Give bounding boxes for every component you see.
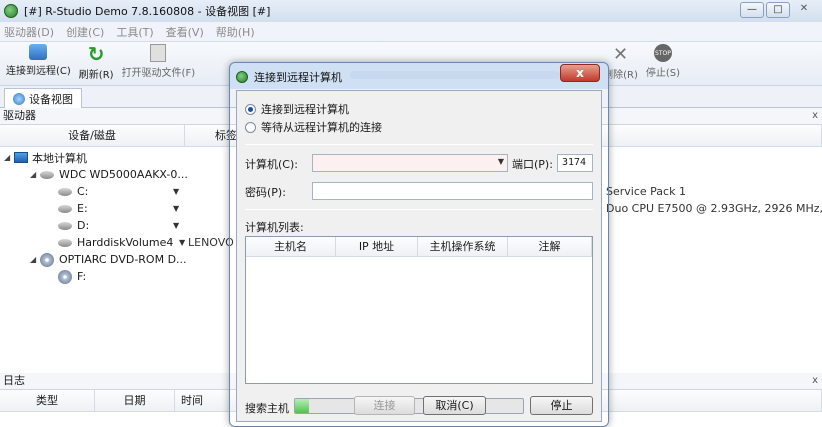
volume-icon xyxy=(58,204,72,213)
volume-icon xyxy=(58,221,72,230)
menu-view[interactable]: 查看(V) xyxy=(166,24,204,40)
device-view-icon xyxy=(13,92,25,105)
dropdown-arrow-icon[interactable]: ▼ xyxy=(173,221,179,230)
blurred-toolbar-behind xyxy=(350,71,560,79)
close-window-icon[interactable]: ✕ xyxy=(792,2,816,18)
window-controls: — □ ✕ xyxy=(740,2,816,18)
radio-unselected-icon[interactable] xyxy=(245,121,256,133)
tree-item-disk[interactable]: ◢ WDC WD5000AAKX-0... xyxy=(0,166,230,183)
port-input[interactable]: 3174 xyxy=(557,154,593,172)
connect-remote-button[interactable]: 连接到远程(C) xyxy=(6,42,71,77)
tree-item-drive-e[interactable]: E: ▼ xyxy=(0,200,230,217)
maximize-icon[interactable]: □ xyxy=(766,2,790,18)
column-device-disk[interactable]: 设备/磁盘 xyxy=(0,125,185,147)
tree-item-drive-d[interactable]: D: ▼ xyxy=(0,217,230,234)
collapse-icon[interactable]: ◢ xyxy=(4,153,14,162)
column-date[interactable]: 日期 xyxy=(95,390,175,412)
tree-item-drive-c[interactable]: C: ▼ xyxy=(0,183,230,200)
minimize-icon[interactable]: — xyxy=(740,2,764,18)
menu-bar: 驱动器(D) 创建(C) 工具(T) 查看(V) 帮助(H) xyxy=(0,22,822,42)
tab-device-view[interactable]: 设备视图 xyxy=(4,88,82,108)
dropdown-arrow-icon[interactable]: ▼ xyxy=(498,157,504,166)
menu-tools[interactable]: 工具(T) xyxy=(116,24,153,40)
divider xyxy=(245,209,593,210)
hard-disk-icon xyxy=(40,170,54,179)
tree-item-local-computer[interactable]: ◢ 本地计算机 xyxy=(0,149,230,166)
radio-selected-icon[interactable] xyxy=(245,103,256,115)
refresh-icon: ↻ xyxy=(87,42,105,66)
dropdown-arrow-icon[interactable]: ▼ xyxy=(179,238,185,247)
stop-icon: STOP xyxy=(653,44,672,62)
computer-list[interactable]: 主机名 IP 地址 主机操作系统 注解 xyxy=(245,236,593,384)
menu-drives[interactable]: 驱动器(D) xyxy=(4,24,54,40)
network-computer-icon xyxy=(29,44,48,60)
drive-file-icon xyxy=(150,44,167,62)
dialog-title-bar: 连接到远程计算机 xyxy=(236,69,342,85)
dropdown-arrow-icon[interactable]: ▼ xyxy=(173,187,179,196)
dialog-close-button[interactable]: x xyxy=(560,64,600,82)
radio-wait-connection[interactable]: 等待从远程计算机的连接 xyxy=(245,119,382,135)
refresh-button[interactable]: ↻ 刷新(R) xyxy=(79,42,114,81)
computer-label: 计算机(C): xyxy=(245,158,298,171)
tree-item-drive-f[interactable]: F: xyxy=(0,268,230,285)
stop-search-button[interactable]: 停止 xyxy=(530,396,593,415)
column-comment[interactable]: 注解 xyxy=(508,237,592,257)
column-hostname[interactable]: 主机名 xyxy=(246,237,336,257)
cpu-info: Duo CPU E7500 @ 2.93GHz, 2926 MHz, xyxy=(606,202,822,215)
cdrom-icon xyxy=(40,252,54,267)
search-hosts-label: 搜索主机 xyxy=(245,402,289,415)
connect-remote-dialog: 连接到远程计算机 x 连接到远程计算机 等待从远程计算机的连接 计算机(C): … xyxy=(229,62,609,427)
title-bar: [#] R-Studio Demo 7.8.160808 - 设备视图 [#] … xyxy=(0,0,822,22)
volume-icon xyxy=(58,238,72,247)
panel-close-icon[interactable]: x xyxy=(812,373,818,389)
column-ip-address[interactable]: IP 地址 xyxy=(336,237,418,257)
dialog-body: 连接到远程计算机 等待从远程计算机的连接 计算机(C): ▼ 端口(P): 31… xyxy=(236,90,602,422)
open-drive-file-button[interactable]: 打开驱动文件(F) xyxy=(122,42,195,79)
volume-label: LENOVO xyxy=(188,236,234,249)
collapse-icon[interactable]: ◢ xyxy=(30,170,40,179)
progress-fill xyxy=(295,399,309,413)
os-info: Service Pack 1 xyxy=(606,185,686,198)
delete-icon: ✕ xyxy=(612,43,629,65)
app-icon xyxy=(4,4,18,18)
window-title: [#] R-Studio Demo 7.8.160808 - 设备视图 [#] xyxy=(24,5,271,18)
dropdown-arrow-icon[interactable]: ▼ xyxy=(173,204,179,213)
password-input[interactable] xyxy=(312,182,593,200)
app-icon xyxy=(236,71,248,83)
cancel-button[interactable]: 取消(C) xyxy=(423,396,486,415)
volume-icon xyxy=(58,187,72,196)
divider xyxy=(245,144,593,145)
radio-connect-remote[interactable]: 连接到远程计算机 xyxy=(245,101,349,117)
tree-item-dvd[interactable]: ◢ OPTIARC DVD-ROM D... xyxy=(0,251,230,268)
password-label: 密码(P): xyxy=(245,186,286,199)
menu-help[interactable]: 帮助(H) xyxy=(216,24,255,40)
column-host-os[interactable]: 主机操作系统 xyxy=(418,237,508,257)
computer-icon xyxy=(14,152,28,163)
cdrom-icon xyxy=(58,269,72,284)
panel-close-icon[interactable]: x xyxy=(812,108,818,124)
column-type[interactable]: 类型 xyxy=(0,390,95,412)
port-label: 端口(P): xyxy=(512,158,553,171)
collapse-icon[interactable]: ◢ xyxy=(30,255,40,264)
computer-list-label: 计算机列表: xyxy=(245,221,304,234)
menu-create[interactable]: 创建(C) xyxy=(66,24,104,40)
connect-button[interactable]: 连接 xyxy=(354,396,415,415)
stop-button[interactable]: STOP 停止(S) xyxy=(646,42,680,79)
computer-combobox[interactable]: ▼ xyxy=(312,154,508,172)
